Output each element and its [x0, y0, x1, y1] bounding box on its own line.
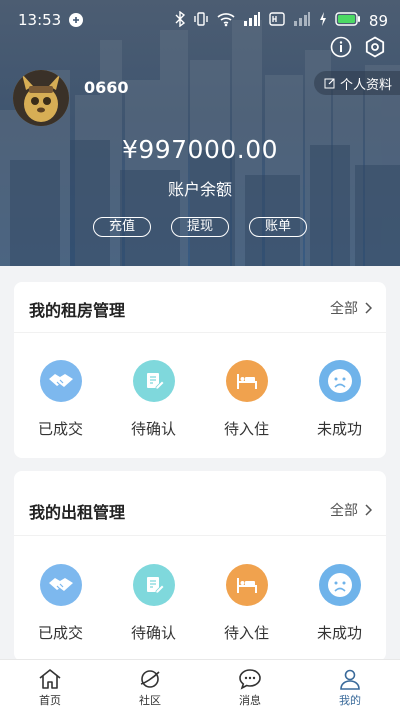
status-item-pending-confirm[interactable]: 待确认 [107, 360, 200, 439]
battery-icon [335, 12, 361, 30]
edit-icon [324, 78, 335, 89]
signal-weak-icon [293, 12, 311, 30]
chevron-right-icon [365, 504, 372, 516]
username: 0660 [84, 78, 129, 97]
status-label: 已成交 [37, 420, 83, 438]
charging-icon [319, 12, 327, 30]
wifi-icon [217, 11, 235, 31]
tab-mine[interactable]: 我的 [300, 660, 400, 711]
profile-header: 13:53 89 个人资料 0660 ¥997000.00 账户余额 充值 提现… [0, 0, 400, 266]
handshake-icon [39, 564, 82, 606]
home-icon [39, 669, 61, 689]
settings-hexagon-icon [365, 36, 385, 58]
sad-face-icon [318, 564, 361, 606]
card-title: 我的出租管理 [29, 503, 126, 522]
chat-icon [239, 669, 261, 690]
status-label: 未成功 [316, 624, 362, 642]
status-item-pending-checkin[interactable]: 待入住 [200, 564, 293, 643]
info-button[interactable] [330, 36, 352, 58]
avatar-image [13, 70, 69, 126]
tab-home[interactable]: 首页 [0, 660, 100, 711]
battery-level: 89 [368, 12, 388, 30]
bluetooth-icon [175, 10, 185, 31]
status-item-pending-confirm[interactable]: 待确认 [107, 564, 200, 643]
tab-messages[interactable]: 消息 [200, 660, 300, 711]
tab-label: 消息 [239, 694, 261, 707]
hd-icon [269, 11, 285, 31]
recharge-button[interactable]: 充值 [93, 217, 151, 237]
tab-label: 首页 [39, 694, 61, 707]
balance-label: 账户余额 [167, 180, 232, 199]
status-item-failed[interactable]: 未成功 [293, 564, 386, 643]
handshake-icon [39, 360, 82, 402]
view-all-link[interactable]: 全部 [330, 298, 372, 318]
card-title: 我的租房管理 [29, 301, 126, 320]
document-edit-icon [132, 360, 175, 402]
tab-label: 我的 [339, 694, 361, 707]
status-label: 待入住 [223, 420, 269, 438]
status-label: 已成交 [37, 624, 83, 642]
status-label: 待确认 [130, 624, 176, 642]
status-item-pending-checkin[interactable]: 待入住 [200, 360, 293, 439]
bed-icon [225, 564, 268, 606]
planet-icon [140, 670, 160, 688]
bed-icon [225, 360, 268, 402]
chevron-right-icon [365, 302, 372, 314]
signal-icon [243, 12, 261, 30]
view-all-link[interactable]: 全部 [330, 500, 372, 520]
lease-management-card: 我的出租管理 全部 已成交 待确认 待入住 未成功 [14, 471, 386, 661]
status-label: 待入住 [223, 624, 269, 642]
document-edit-icon [132, 564, 175, 606]
status-label: 待确认 [130, 420, 176, 438]
profile-details-label: 个人资料 [339, 77, 392, 93]
status-time: 13:53 [18, 11, 62, 29]
vibrate-icon [193, 11, 209, 31]
user-icon [340, 669, 360, 690]
rent-management-card: 我的租房管理 全部 已成交 待确认 待入住 未成功 [14, 282, 386, 458]
bottom-tab-bar: 首页 社区 消息 我的 [0, 659, 400, 711]
withdraw-button[interactable]: 提现 [171, 217, 229, 237]
status-item-failed[interactable]: 未成功 [293, 360, 386, 439]
status-item-completed[interactable]: 已成交 [14, 564, 107, 643]
settings-button[interactable] [364, 36, 386, 58]
tab-label: 社区 [139, 694, 161, 707]
info-icon [330, 36, 352, 58]
tab-community[interactable]: 社区 [100, 660, 200, 711]
notification-icon [68, 12, 84, 32]
balance-amount: ¥997000.00 [121, 135, 279, 164]
status-label: 未成功 [316, 420, 362, 438]
profile-details-button[interactable]: 个人资料 [313, 71, 400, 95]
status-bar: 13:53 89 [0, 0, 400, 40]
status-item-completed[interactable]: 已成交 [14, 360, 107, 439]
bill-button[interactable]: 账单 [249, 217, 307, 237]
sad-face-icon [318, 360, 361, 402]
avatar[interactable] [13, 70, 69, 126]
